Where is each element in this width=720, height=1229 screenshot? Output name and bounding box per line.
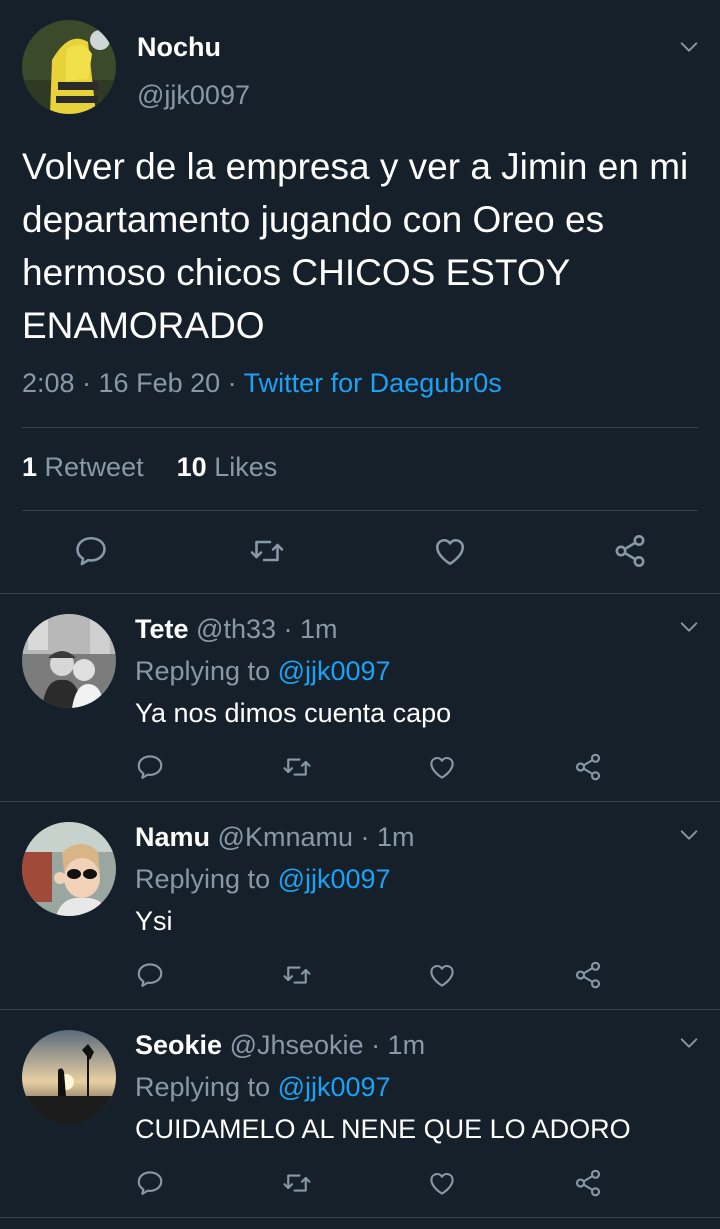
like-button[interactable] <box>427 752 457 782</box>
reply-button[interactable] <box>135 960 165 990</box>
author-handle[interactable]: @jjk0097 <box>137 80 250 111</box>
reply-header: Seokie @Jhseokie · 1m <box>135 1030 425 1061</box>
reply-text: CUIDAMELO AL NENE QUE LO ADORO <box>135 1114 631 1144</box>
retweet-button[interactable] <box>282 1168 312 1198</box>
replying-label: Replying to <box>135 656 278 686</box>
retweet-icon <box>282 752 312 782</box>
tweet-stats: 1 Retweet 10 Likes <box>22 452 277 483</box>
like-button[interactable] <box>427 960 457 990</box>
reply-avatar[interactable] <box>22 1030 116 1124</box>
reply-icon <box>135 1168 165 1198</box>
divider <box>0 1217 720 1218</box>
author-name[interactable]: Nochu <box>137 32 221 63</box>
retweet-icon <box>282 1168 312 1198</box>
replying-label: Replying to <box>135 864 278 894</box>
like-icon <box>432 533 468 569</box>
reply-author-name[interactable]: Seokie <box>135 1030 222 1060</box>
reply-avatar[interactable] <box>22 822 116 916</box>
share-button[interactable] <box>573 960 603 990</box>
divider <box>0 801 720 802</box>
share-icon <box>573 960 603 990</box>
reply-header: Namu @Kmnamu · 1m <box>135 822 415 853</box>
tweet-timestamp: 2:08 · 16 Feb 20 · <box>22 368 244 398</box>
replying-to: Replying to @jjk0097 <box>135 864 391 895</box>
tweet-menu-button[interactable] <box>678 36 700 58</box>
reply-time: · 1m <box>363 1030 426 1060</box>
replying-to: Replying to @jjk0097 <box>135 656 391 687</box>
retweet-button[interactable] <box>249 533 285 569</box>
reply-author-handle[interactable]: @th33 <box>196 614 276 644</box>
replying-to-link[interactable]: @jjk0097 <box>278 1072 391 1102</box>
reply-author-handle[interactable]: @Kmnamu <box>218 822 353 852</box>
tweet-source-link[interactable]: Twitter for Daegubr0s <box>244 368 502 398</box>
share-button[interactable] <box>612 533 648 569</box>
share-icon <box>573 1168 603 1198</box>
replying-to-link[interactable]: @jjk0097 <box>278 864 391 894</box>
chevron-down-icon <box>678 36 700 58</box>
divider <box>0 1009 720 1010</box>
like-icon <box>427 960 457 990</box>
retweets-stat[interactable]: 1 Retweet <box>22 452 144 482</box>
likes-label: Likes <box>214 452 278 482</box>
share-button[interactable] <box>573 752 603 782</box>
divider <box>22 510 698 511</box>
reply-icon <box>135 752 165 782</box>
reply-time: · 1m <box>352 822 415 852</box>
reply-avatar[interactable] <box>22 614 116 708</box>
reply-author-handle[interactable]: @Jhseokie <box>230 1030 364 1060</box>
chevron-down-icon <box>678 1032 700 1054</box>
like-icon <box>427 1168 457 1198</box>
share-icon <box>612 533 648 569</box>
reply-menu-button[interactable] <box>678 616 700 638</box>
retweet-icon <box>249 533 285 569</box>
reply-button[interactable] <box>73 533 109 569</box>
reply-menu-button[interactable] <box>678 824 700 846</box>
like-button[interactable] <box>427 1168 457 1198</box>
reply-text: Ya nos dimos cuenta capo <box>135 698 452 728</box>
tweet-text: Volver de la empresa y ver a Jimin en mi… <box>22 146 689 346</box>
retweet-button[interactable] <box>282 960 312 990</box>
replying-label: Replying to <box>135 1072 278 1102</box>
reply-author-name[interactable]: Tete <box>135 614 189 644</box>
divider <box>22 427 698 428</box>
tweet-meta: 2:08 · 16 Feb 20 · Twitter for Daegubr0s <box>22 368 502 399</box>
reply-button[interactable] <box>135 1168 165 1198</box>
reply-button[interactable] <box>135 752 165 782</box>
reply-menu-button[interactable] <box>678 1032 700 1054</box>
retweets-count: 1 <box>22 452 38 482</box>
like-icon <box>427 752 457 782</box>
likes-stat[interactable]: 10 Likes <box>177 452 278 482</box>
share-icon <box>573 752 603 782</box>
reply-icon <box>135 960 165 990</box>
retweet-button[interactable] <box>282 752 312 782</box>
like-button[interactable] <box>432 533 468 569</box>
chevron-down-icon <box>678 824 700 846</box>
retweets-label: Retweet <box>44 452 144 482</box>
share-button[interactable] <box>573 1168 603 1198</box>
replying-to-link[interactable]: @jjk0097 <box>278 656 391 686</box>
reply-header: Tete @th33 · 1m <box>135 614 338 645</box>
replying-to: Replying to @jjk0097 <box>135 1072 391 1103</box>
reply-author-name[interactable]: Namu <box>135 822 210 852</box>
divider <box>0 593 720 594</box>
reply-time: · 1m <box>276 614 338 644</box>
retweet-icon <box>282 960 312 990</box>
likes-count: 10 <box>176 452 207 482</box>
author-avatar[interactable] <box>22 20 116 114</box>
chevron-down-icon <box>678 616 700 638</box>
reply-text: Ysi <box>135 906 173 936</box>
reply-icon <box>73 533 109 569</box>
